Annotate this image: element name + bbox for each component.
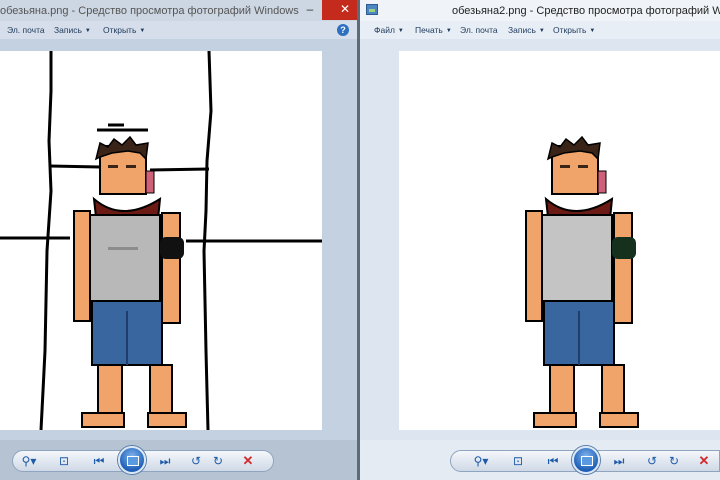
menu-label: Запись <box>508 25 536 35</box>
chevron-down-icon: ▼ <box>84 28 91 34</box>
navigation-bar: ⚲▾ ⊡ ⏮ ⏭ ↺ ↻ ✕ <box>0 440 357 480</box>
chevron-down-icon: ▼ <box>589 28 596 34</box>
sprite-with-lines-image <box>0 50 322 431</box>
fit-window-icon[interactable]: ⊡ <box>510 452 526 470</box>
rotate-left-icon[interactable]: ↺ <box>644 452 660 470</box>
menu-print[interactable]: Печать ▼ <box>415 25 452 35</box>
slideshow-icon[interactable] <box>118 446 146 474</box>
delete-icon[interactable]: ✕ <box>696 452 712 470</box>
help-icon[interactable]: ? <box>337 24 349 36</box>
titlebar: обезьяна.png - Средство просмотра фотогр… <box>0 0 357 21</box>
menu-open[interactable]: Открыть ▼ <box>553 25 595 35</box>
menu-label: Печать <box>415 25 443 35</box>
delete-icon[interactable]: ✕ <box>240 452 256 470</box>
window-title: обезьяна2.png - Средство просмотра фотог… <box>452 5 720 17</box>
previous-icon[interactable]: ⏮ <box>90 452 108 470</box>
rotate-right-icon[interactable]: ↻ <box>666 452 682 470</box>
rotate-left-icon[interactable]: ↺ <box>188 452 204 470</box>
menu-email[interactable]: Эл. почта <box>7 25 45 35</box>
close-button[interactable]: ✕ <box>322 0 357 20</box>
menu-burn[interactable]: Запись ▼ <box>54 25 91 35</box>
chevron-down-icon: ▼ <box>538 28 545 34</box>
chevron-down-icon: ▼ <box>445 28 452 34</box>
photo-image <box>399 51 720 430</box>
navigation-bar: ⚲▾ ⊡ ⏮ ⏭ ↺ ↻ ✕ <box>360 440 720 480</box>
slideshow-icon[interactable] <box>572 446 600 474</box>
menu-email[interactable]: Эл. почта <box>460 25 498 35</box>
menu-label: Эл. почта <box>460 25 498 35</box>
photo-image <box>0 50 322 431</box>
magnifier-icon[interactable]: ⚲▾ <box>18 452 40 470</box>
magnifier-icon[interactable]: ⚲▾ <box>470 452 492 470</box>
close-icon: ✕ <box>339 2 351 16</box>
fit-window-icon[interactable]: ⊡ <box>56 452 72 470</box>
left-photo-viewer-window: обезьяна.png - Средство просмотра фотогр… <box>0 0 357 480</box>
menu-label: Эл. почта <box>7 25 45 35</box>
next-icon[interactable]: ⏭ <box>156 452 174 470</box>
next-icon[interactable]: ⏭ <box>610 452 628 470</box>
photo-viewer-app-icon <box>366 4 378 15</box>
menu-label: Открыть <box>553 25 587 35</box>
menu-burn[interactable]: Запись ▼ <box>508 25 545 35</box>
rotate-right-icon[interactable]: ↻ <box>210 452 226 470</box>
menu-label: Запись <box>54 25 82 35</box>
menubar: Файл ▼ Печать ▼ Эл. почта Запись ▼ Открыть ▼ <box>360 21 720 39</box>
menu-open[interactable]: Открыть ▼ <box>103 25 145 35</box>
chevron-down-icon: ▼ <box>139 28 146 34</box>
menu-label: Открыть <box>103 25 137 35</box>
previous-icon[interactable]: ⏮ <box>544 452 562 470</box>
window-title: обезьяна.png - Средство просмотра фотогр… <box>0 5 299 17</box>
menu-label: Файл <box>374 25 395 35</box>
minimize-button[interactable]: – <box>296 0 324 20</box>
menu-file[interactable]: Файл ▼ <box>374 25 404 35</box>
titlebar: обезьяна2.png - Средство просмотра фотог… <box>360 0 720 21</box>
chevron-down-icon: ▼ <box>397 28 404 34</box>
sprite-image <box>525 135 639 428</box>
right-photo-viewer-window: обезьяна2.png - Средство просмотра фотог… <box>360 0 720 480</box>
menubar: Эл. почта Запись ▼ Открыть ▼ ? <box>0 21 357 39</box>
